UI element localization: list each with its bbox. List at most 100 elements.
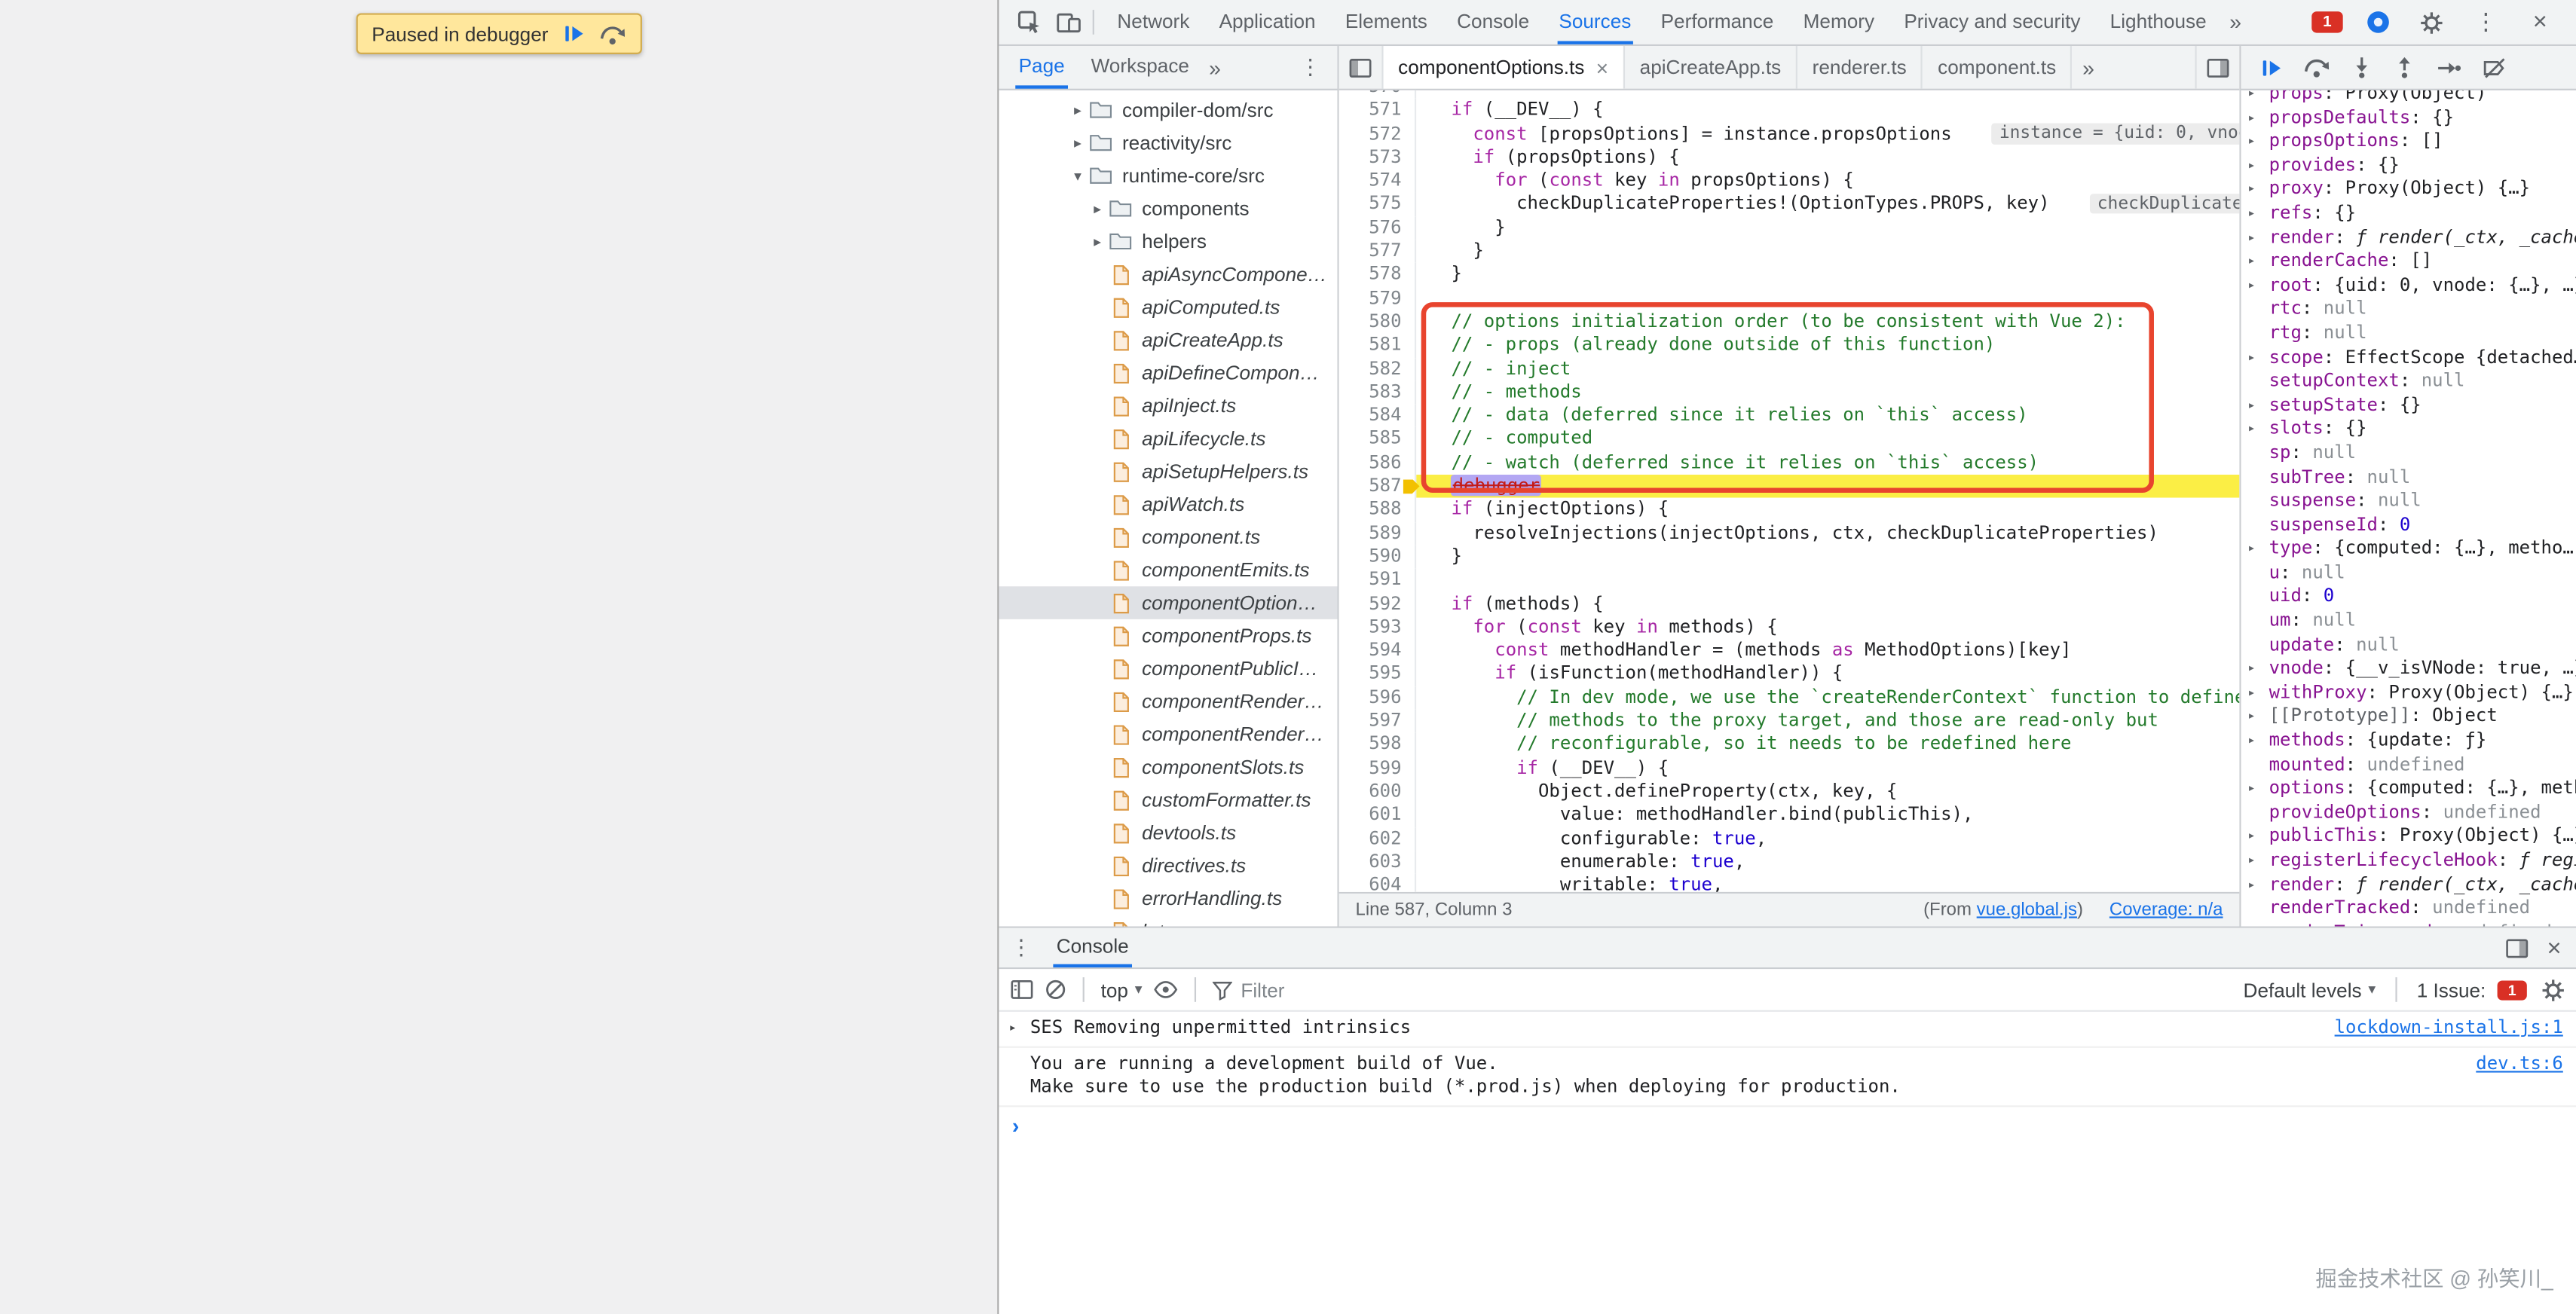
- toggle-navigator-icon[interactable]: [1339, 46, 1384, 89]
- scope-item-propsoptions[interactable]: ▸propsOptions: []: [2241, 130, 2576, 154]
- code-text[interactable]: debugger: [1416, 475, 2239, 498]
- tree-file-component-ts[interactable]: component.ts: [999, 521, 1337, 554]
- code-text[interactable]: }: [1416, 216, 2239, 240]
- scope-item-provides[interactable]: ▸provides: {}: [2241, 154, 2576, 178]
- line-number[interactable]: 603: [1339, 851, 1416, 874]
- code-text[interactable]: if (injectOptions) {: [1416, 498, 2239, 521]
- main-tab-lighthouse[interactable]: Lighthouse: [2095, 0, 2221, 44]
- scope-item-scope[interactable]: ▸scope: EffectScope {detached…}: [2241, 346, 2576, 370]
- line-number[interactable]: 590: [1339, 545, 1416, 569]
- expand-arrow-icon[interactable]: ▸: [2241, 778, 2269, 802]
- line-number[interactable]: 583: [1339, 380, 1416, 404]
- scope-item-options[interactable]: ▸options: {computed: {…}, meth…: [2241, 778, 2576, 802]
- scope-item-setupstate[interactable]: ▸setupState: {}: [2241, 394, 2576, 418]
- main-tab-privacy-and-security[interactable]: Privacy and security: [1889, 0, 2095, 44]
- console-message[interactable]: You are running a development build of V…: [999, 1047, 2576, 1106]
- code-text[interactable]: for (const key in propsOptions) {: [1416, 170, 2239, 193]
- scope-item-rendercache[interactable]: ▸renderCache: []: [2241, 250, 2576, 274]
- line-number[interactable]: 597: [1339, 710, 1416, 733]
- scope-item-slots[interactable]: ▸slots: {}: [2241, 417, 2576, 442]
- expand-arrow-icon[interactable]: ▸: [2241, 825, 2269, 849]
- scope-item-refs[interactable]: ▸refs: {}: [2241, 202, 2576, 226]
- expand-arrow-icon[interactable]: ▸: [2241, 849, 2269, 873]
- tree-file-apisetuphelpers-ts[interactable]: apiSetupHelpers.ts: [999, 455, 1337, 488]
- tree-file-apiasynccompone[interactable]: apiAsyncCompone…: [999, 258, 1337, 291]
- code-text[interactable]: // In dev mode, we use the `createRender…: [1416, 686, 2239, 710]
- code-text[interactable]: [1416, 569, 2239, 592]
- code-text[interactable]: }: [1416, 264, 2239, 287]
- code-text[interactable]: if (isFunction(methodHandler)) {: [1416, 662, 2239, 686]
- code-text[interactable]: enumerable: true,: [1416, 851, 2239, 874]
- line-number[interactable]: 586: [1339, 451, 1416, 475]
- line-number[interactable]: 581: [1339, 334, 1416, 357]
- step-over-button[interactable]: [599, 22, 626, 45]
- more-panels-icon[interactable]: »: [2221, 10, 2250, 35]
- code-text[interactable]: Object.defineProperty(ctx, key, {: [1416, 780, 2239, 803]
- error-count-badge[interactable]: 1: [2311, 11, 2342, 32]
- tree-file-apiinject-ts[interactable]: apiInject.ts: [999, 390, 1337, 423]
- line-number[interactable]: 599: [1339, 756, 1416, 780]
- close-drawer-icon[interactable]: ×: [2547, 934, 2562, 961]
- main-tab-console[interactable]: Console: [1442, 0, 1544, 44]
- code-text[interactable]: for (const key in methods) {: [1416, 616, 2239, 639]
- scope-item-withproxy[interactable]: ▸withProxy: Proxy(Object) {…}: [2241, 681, 2576, 705]
- scope-item-type[interactable]: ▸type: {computed: {…}, metho…: [2241, 537, 2576, 561]
- scope-item-rendertriggered[interactable]: renderTriggered: undefined: [2241, 921, 2576, 927]
- line-number[interactable]: 577: [1339, 240, 1416, 263]
- code-text[interactable]: // options initialization order (to be c…: [1416, 310, 2239, 334]
- settings-gear-icon[interactable]: [2412, 1, 2451, 44]
- close-tab-icon[interactable]: ×: [1596, 55, 1609, 80]
- scope-item-render[interactable]: ▸render: ƒ render(_ctx, _cache): [2241, 226, 2576, 250]
- tree-file-directives-ts[interactable]: directives.ts: [999, 849, 1337, 882]
- tree-file-componentslots-ts[interactable]: componentSlots.ts: [999, 750, 1337, 784]
- expand-arrow-icon[interactable]: ▸: [2241, 705, 2269, 729]
- scope-item-prototype[interactable]: ▸[[Prototype]]: Object: [2241, 705, 2576, 729]
- expand-arrow-icon[interactable]: ▸: [2241, 130, 2269, 154]
- tree-file-apilifecycle-ts[interactable]: apiLifecycle.ts: [999, 422, 1337, 455]
- line-number[interactable]: 589: [1339, 521, 1416, 545]
- expand-arrow-icon[interactable]: ▸: [2241, 106, 2269, 130]
- code-text[interactable]: // - computed: [1416, 428, 2239, 451]
- editor-tab-renderer-ts[interactable]: renderer.ts: [1797, 46, 1923, 89]
- drawer-tab-console[interactable]: Console: [1043, 928, 1142, 967]
- line-number[interactable]: 600: [1339, 780, 1416, 803]
- editor-more-tabs-icon[interactable]: »: [2073, 55, 2104, 80]
- code-text[interactable]: }: [1416, 545, 2239, 569]
- line-number[interactable]: 587: [1339, 475, 1416, 498]
- code-text[interactable]: // - data (deferred since it relies on `…: [1416, 405, 2239, 428]
- line-number[interactable]: 584: [1339, 405, 1416, 428]
- expand-arrow-icon[interactable]: ▸: [2241, 417, 2269, 442]
- code-text[interactable]: writable: true,: [1416, 874, 2239, 892]
- tree-folder-reactivity-src[interactable]: ▸reactivity/src: [999, 127, 1337, 160]
- tree-file-devtools-ts[interactable]: devtools.ts: [999, 816, 1337, 849]
- line-number[interactable]: 571: [1339, 99, 1416, 122]
- line-number[interactable]: 604: [1339, 874, 1416, 892]
- line-number[interactable]: 601: [1339, 803, 1416, 827]
- tree-folder-components[interactable]: ▸components: [999, 192, 1337, 225]
- line-number[interactable]: 598: [1339, 733, 1416, 756]
- code-text[interactable]: if (__DEV__) {: [1416, 756, 2239, 780]
- scope-item-provideoptions[interactable]: provideOptions: undefined: [2241, 801, 2576, 825]
- expand-arrow-icon[interactable]: ▸: [2241, 202, 2269, 226]
- tree-file-customformatter-ts[interactable]: customFormatter.ts: [999, 784, 1337, 817]
- line-number[interactable]: 591: [1339, 569, 1416, 592]
- tree-file-componentrender[interactable]: componentRender…: [999, 685, 1337, 718]
- expand-arrow-icon[interactable]: ▸: [1009, 1016, 1030, 1034]
- log-levels-dropdown[interactable]: Default levels ▾: [2244, 978, 2376, 1001]
- scope-item-props[interactable]: ▸props: Proxy(Object): [2241, 90, 2576, 106]
- issues-counter[interactable]: 1 Issue: 1: [2417, 978, 2527, 1001]
- scope-item-suspense[interactable]: suspense: null: [2241, 490, 2576, 514]
- line-number[interactable]: 602: [1339, 827, 1416, 851]
- tree-file-componentprops-ts[interactable]: componentProps.ts: [999, 619, 1337, 652]
- line-number[interactable]: 579: [1339, 287, 1416, 310]
- code-text[interactable]: if (__DEV__) {: [1416, 99, 2239, 122]
- line-number[interactable]: 582: [1339, 357, 1416, 380]
- code-text[interactable]: if (methods) {: [1416, 592, 2239, 616]
- scope-item-setupcontext[interactable]: setupContext: null: [2241, 370, 2576, 394]
- line-number[interactable]: 576: [1339, 216, 1416, 240]
- line-number[interactable]: 572: [1339, 123, 1416, 146]
- scope-item-render[interactable]: ▸render: ƒ render(_ctx, _cache…: [2241, 873, 2576, 897]
- line-number[interactable]: 573: [1339, 146, 1416, 170]
- scope-item-registerlifecyclehook[interactable]: ▸registerLifecycleHook: ƒ regis…: [2241, 849, 2576, 873]
- console-settings-icon[interactable]: [2541, 978, 2565, 1001]
